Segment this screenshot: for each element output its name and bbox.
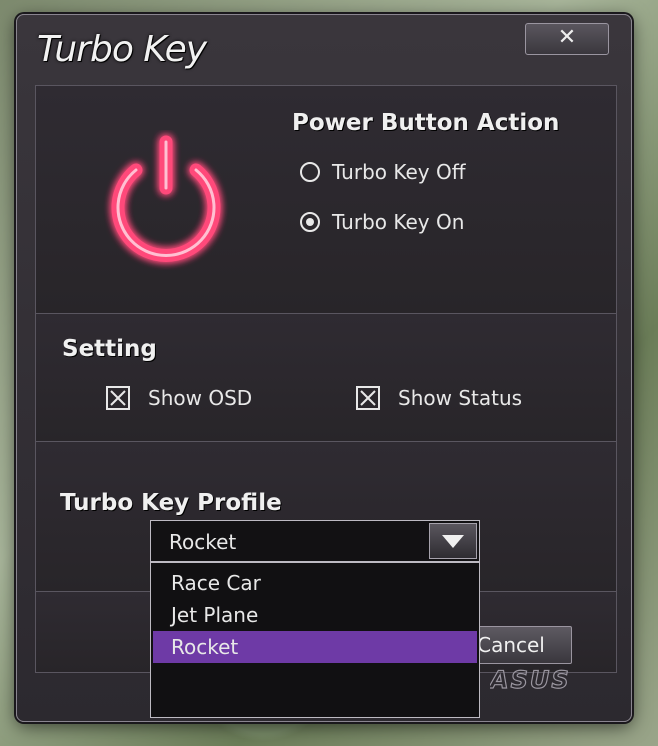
chevron-down-icon: [442, 535, 464, 548]
title-bar[interactable]: Turbo Key ✕: [17, 15, 631, 85]
radio-button-selected-icon[interactable]: [300, 212, 320, 232]
checkbox-checked-icon[interactable]: [106, 386, 130, 410]
window-title: Turbo Key: [37, 29, 207, 70]
radio-label: Turbo Key Off: [332, 160, 466, 184]
svg-text:ASUS: ASUS: [490, 666, 571, 692]
radio-label: Turbo Key On: [332, 210, 465, 234]
dropdown-option-race-car[interactable]: Race Car: [153, 567, 477, 599]
turbo-key-profile-heading: Turbo Key Profile: [60, 490, 282, 516]
power-button-action-heading: Power Button Action: [292, 110, 560, 136]
power-icon: [111, 135, 221, 262]
profile-select-value: Rocket: [169, 530, 237, 554]
close-icon: ✕: [557, 25, 577, 50]
dropdown-toggle-button[interactable]: [429, 523, 477, 559]
power-button-action-panel: Power Button Action Turbo Key Off Turbo …: [35, 85, 617, 315]
asus-logo: ASUS: [487, 665, 586, 698]
dropdown-option-jet-plane[interactable]: Jet Plane: [153, 599, 477, 631]
setting-panel: Setting Show OSD Show Status: [35, 313, 617, 443]
radio-turbo-key-on[interactable]: Turbo Key On: [300, 210, 464, 234]
radio-turbo-key-off[interactable]: Turbo Key Off: [300, 160, 466, 184]
checkbox-checked-icon[interactable]: [356, 386, 380, 410]
radio-button-icon[interactable]: [300, 162, 320, 182]
setting-heading: Setting: [62, 336, 157, 362]
checkbox-show-osd[interactable]: Show OSD: [106, 386, 252, 410]
profile-select[interactable]: Rocket: [150, 520, 480, 562]
asus-logo-mark: ASUS: [487, 665, 571, 694]
checkbox-show-status[interactable]: Show Status: [356, 386, 522, 410]
dropdown-option-rocket[interactable]: Rocket: [153, 631, 477, 663]
checkbox-label: Show OSD: [148, 386, 253, 410]
close-button[interactable]: ✕: [525, 23, 609, 55]
profile-dropdown-list: Race Car Jet Plane Rocket: [150, 562, 480, 718]
checkbox-label: Show Status: [398, 386, 523, 410]
